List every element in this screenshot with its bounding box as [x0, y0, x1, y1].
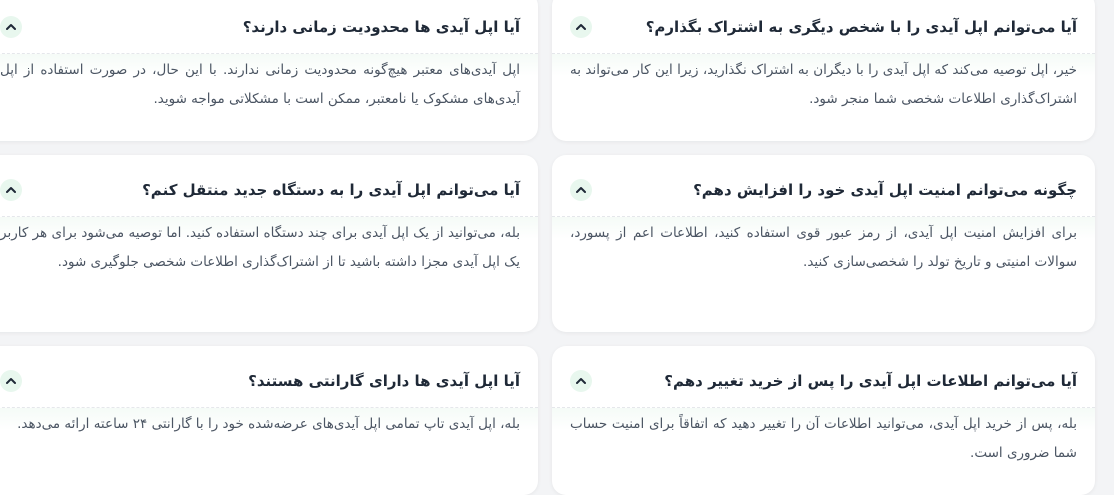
faq-question-toggle[interactable]: آیا اپل آیدی ها محدودیت زمانی دارند؟: [0, 0, 538, 54]
chevron-up-icon[interactable]: [570, 15, 592, 38]
faq-question: آیا می‌توانم اپل آیدی را با شخص دیگری به…: [645, 17, 1077, 36]
faq-item: آیا می‌توانم اپل آیدی را به دستگاه جدید …: [0, 155, 538, 332]
faq-question-toggle[interactable]: آیا اپل آیدی ها دارای گارانتی هستند؟: [0, 346, 538, 408]
faq-question: آیا اپل آیدی ها دارای گارانتی هستند؟: [248, 371, 520, 390]
faq-question-toggle[interactable]: آیا می‌توانم اطلاعات اپل آیدی را پس از خ…: [552, 346, 1095, 408]
faq-question: آیا می‌توانم اطلاعات اپل آیدی را پس از خ…: [664, 371, 1077, 390]
faq-answer: اپل آیدی‌های معتبر هیچ‌گونه محدودیت زمان…: [0, 54, 538, 114]
faq-answer: برای افزایش امنیت اپل آیدی، از رمز عبور …: [552, 217, 1095, 277]
faq-question-toggle[interactable]: آیا می‌توانم اپل آیدی را به دستگاه جدید …: [0, 155, 538, 217]
faq-question-toggle[interactable]: چگونه می‌توانم امنیت اپل آیدی خود را افز…: [552, 155, 1095, 217]
faq-question: چگونه می‌توانم امنیت اپل آیدی خود را افز…: [693, 180, 1077, 199]
faq-grid: آیا می‌توانم اپل آیدی را با شخص دیگری به…: [0, 0, 1095, 495]
chevron-up-icon[interactable]: [0, 178, 22, 201]
faq-item: آیا می‌توانم اطلاعات اپل آیدی را پس از خ…: [552, 346, 1095, 495]
faq-answer: بله، می‌توانید از یک اپل آیدی برای چند د…: [0, 217, 538, 277]
chevron-up-icon[interactable]: [570, 178, 592, 201]
faq-question-toggle[interactable]: آیا می‌توانم اپل آیدی را با شخص دیگری به…: [552, 0, 1095, 54]
chevron-up-icon[interactable]: [0, 369, 22, 392]
faq-item: آیا اپل آیدی ها محدودیت زمانی دارند؟ اپل…: [0, 0, 538, 141]
faq-answer: بله، پس از خرید اپل آیدی، می‌توانید اطلا…: [552, 408, 1095, 468]
faq-answer: بله، اپل آیدی تاپ تمامی اپل آیدی‌های عرض…: [0, 408, 538, 439]
faq-question: آیا اپل آیدی ها محدودیت زمانی دارند؟: [242, 17, 520, 36]
faq-item: آیا می‌توانم اپل آیدی را با شخص دیگری به…: [552, 0, 1095, 141]
faq-question: آیا می‌توانم اپل آیدی را به دستگاه جدید …: [142, 180, 520, 199]
chevron-up-icon[interactable]: [570, 369, 592, 392]
faq-item: چگونه می‌توانم امنیت اپل آیدی خود را افز…: [552, 155, 1095, 332]
faq-answer: خیر، اپل توصیه می‌کند که اپل آیدی را با …: [552, 54, 1095, 114]
chevron-up-icon[interactable]: [0, 15, 22, 38]
faq-item: آیا اپل آیدی ها دارای گارانتی هستند؟ بله…: [0, 346, 538, 495]
